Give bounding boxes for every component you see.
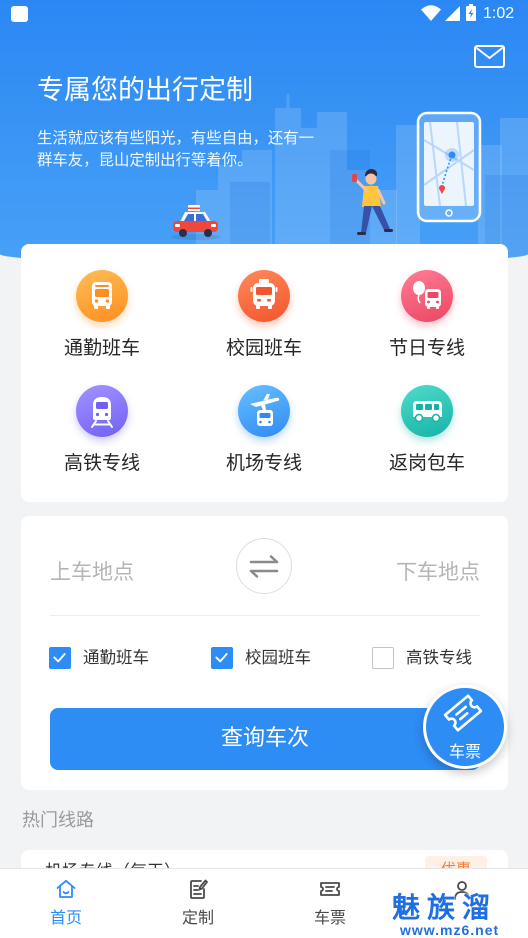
checkbox[interactable] (372, 647, 394, 669)
ticket-fab-button[interactable]: 车票 (423, 685, 507, 769)
service-label: 通勤班车 (63, 337, 140, 359)
signal-icon (445, 6, 460, 21)
hot-routes-heading: 热门线路 (22, 810, 94, 831)
service-holiday-line[interactable]: 节日专线 (346, 270, 508, 360)
service-label: 校园班车 (225, 337, 302, 359)
tab-label: 车票 (313, 908, 346, 927)
watermark-url: www.mz6.net (400, 922, 500, 938)
wifi-icon (421, 5, 441, 21)
tab-home[interactable]: 首页 (0, 869, 132, 938)
service-high-speed-rail[interactable]: 高铁专线 (21, 385, 183, 475)
swap-icon (249, 555, 279, 578)
swap-locations-button[interactable] (236, 538, 292, 594)
tab-label: 定制 (181, 908, 214, 927)
check-icon (215, 653, 228, 663)
tab-tickets[interactable]: 车票 (264, 869, 396, 938)
service-label: 高铁专线 (63, 452, 140, 474)
checkbox[interactable] (49, 647, 71, 669)
mail-icon[interactable] (474, 45, 505, 68)
divider (50, 615, 480, 616)
service-grid-card: 通勤班车 校园班车 节日专线 高铁专线 机场专线 返岗包车 (21, 244, 508, 502)
service-label: 返岗包车 (388, 452, 465, 474)
status-time: 1:02 (483, 5, 515, 22)
checkbox-label: 通勤班车 (83, 648, 149, 667)
checkbox-label: 高铁专线 (406, 648, 472, 667)
notification-icon (11, 6, 28, 22)
service-label: 机场专线 (225, 452, 302, 474)
service-commuter-bus[interactable]: 通勤班车 (21, 270, 183, 360)
page-title: 专属您的出行定制 (37, 75, 253, 106)
service-label: 节日专线 (388, 337, 465, 359)
customize-icon (190, 879, 208, 899)
filter-commuter-checkbox[interactable]: 通勤班车 (49, 647, 149, 669)
filter-school-checkbox[interactable]: 校园班车 (211, 647, 311, 669)
ticket-icon (320, 882, 340, 896)
home-icon (56, 879, 76, 898)
checkbox[interactable] (211, 647, 233, 669)
holiday-bus-icon (401, 270, 453, 322)
phone-map-illustration (416, 111, 482, 223)
school-bus-icon (238, 270, 290, 322)
page-subtitle: 生活就应该有些阳光，有些自由，还有一群车友，昆山定制出行等着你。 (37, 129, 315, 169)
service-school-bus[interactable]: 校园班车 (183, 270, 345, 360)
pickup-location-field[interactable]: 上车地点 (50, 560, 134, 584)
service-airport-line[interactable]: 机场专线 (183, 385, 345, 475)
high-speed-rail-icon (76, 385, 128, 437)
airport-bus-icon (238, 385, 290, 437)
ticket-fab-label: 车票 (448, 742, 481, 761)
query-trips-button[interactable]: 查询车次 (50, 708, 480, 770)
watermark-name: 魅族溜 (392, 891, 498, 924)
filter-rail-checkbox[interactable]: 高铁专线 (372, 647, 472, 669)
checkbox-label: 校园班车 (245, 648, 311, 667)
site-watermark: 魅族溜 www.mz6.net (392, 891, 512, 938)
tab-label: 首页 (49, 908, 82, 927)
battery-icon (466, 4, 476, 21)
check-icon (53, 653, 66, 663)
tab-customize[interactable]: 定制 (132, 869, 264, 938)
commuter-bus-icon (76, 270, 128, 322)
service-charter-bus[interactable]: 返岗包车 (346, 385, 508, 475)
charter-bus-icon (401, 385, 453, 437)
header-banner: 1:02 专属您的出行定制 生活就应该有些阳光，有些自由，还有一群车友，昆山定制… (0, 0, 528, 264)
dropoff-location-field[interactable]: 下车地点 (396, 560, 480, 584)
status-bar: 1:02 (0, 0, 528, 28)
